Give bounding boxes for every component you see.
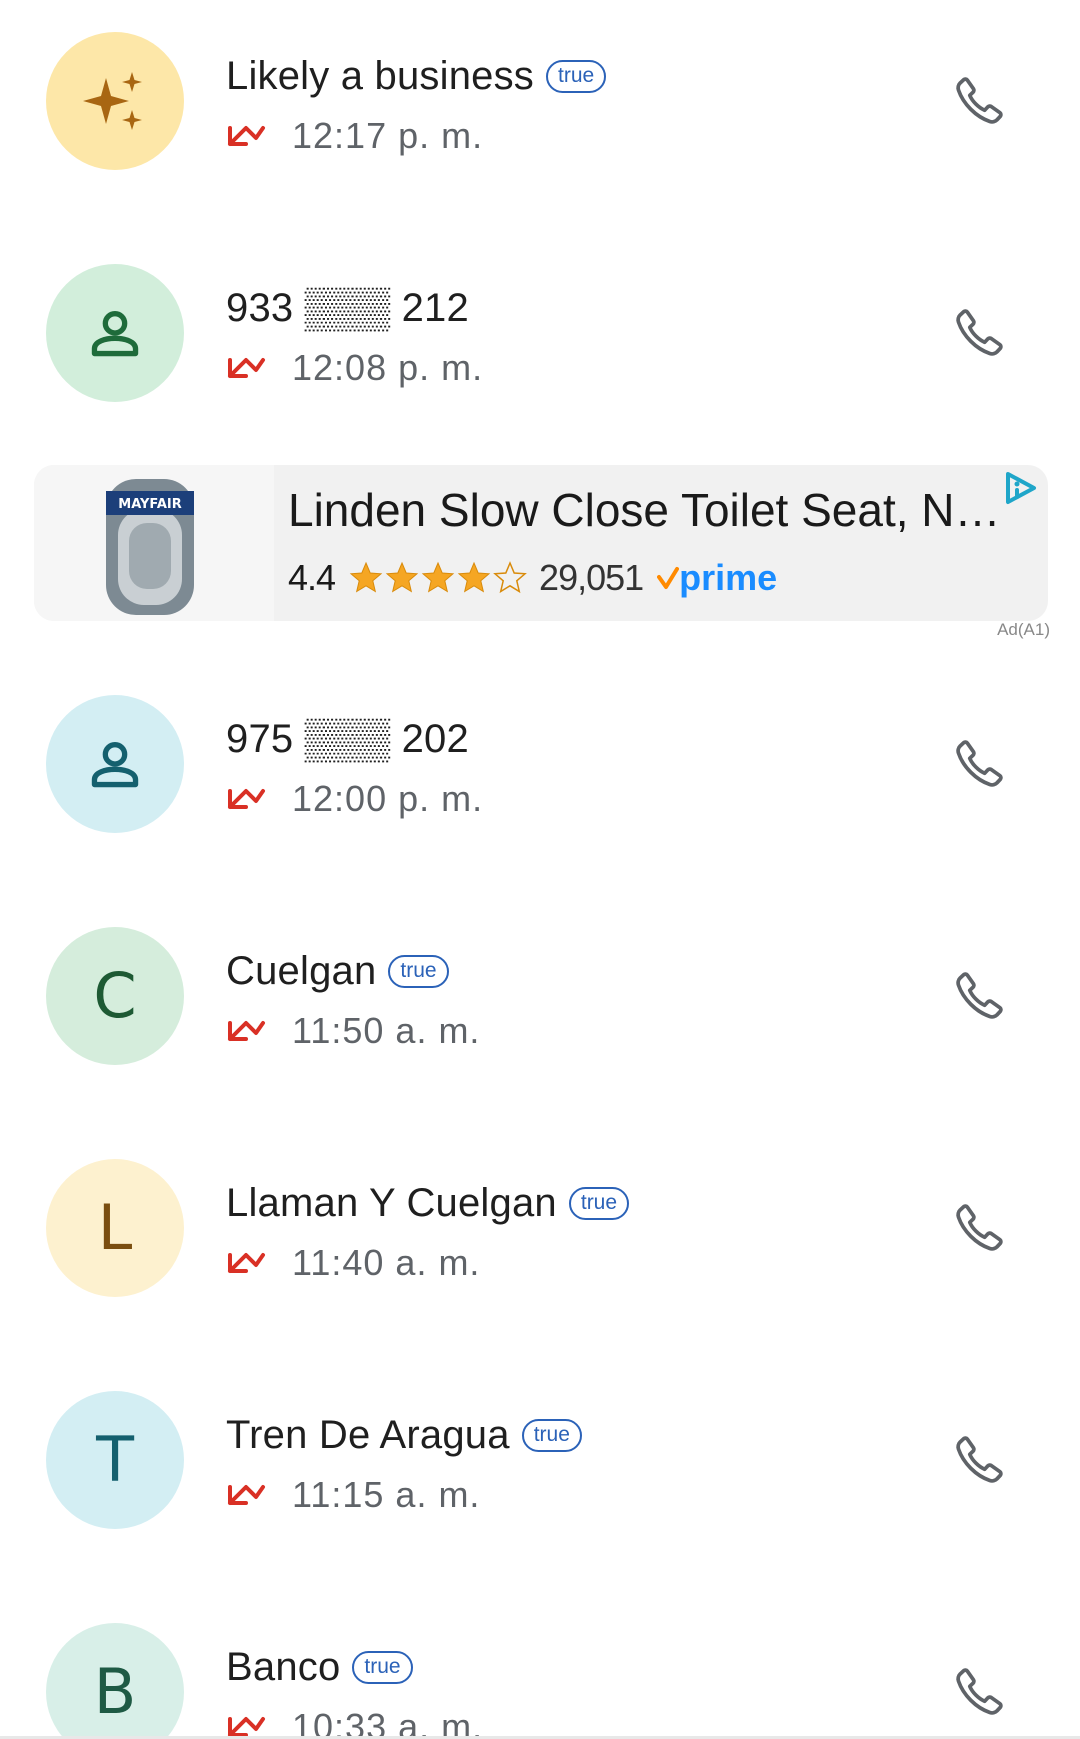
- call-log-row[interactable]: B Banco true 10:33 a. m.: [0, 1591, 1080, 1736]
- status-badge: true: [546, 59, 607, 93]
- avatar: [46, 695, 184, 833]
- call-button[interactable]: [940, 1187, 1020, 1267]
- missed-call-icon: [228, 126, 265, 146]
- person-icon: [91, 311, 139, 357]
- ad-title: Linden Slow Close Toilet Seat, N…: [288, 484, 1001, 536]
- phone-icon: [956, 1668, 1003, 1715]
- call-time: 12:08 p. m.: [292, 347, 484, 388]
- phone-icon: [956, 1204, 1003, 1251]
- phone-icon: [956, 972, 1003, 1019]
- status-badge: true: [388, 954, 449, 988]
- avatar-letter: L: [97, 1191, 133, 1264]
- call-log-row[interactable]: 975 ▒▒▒ 202 12:00 p. m.: [0, 663, 1080, 863]
- call-time: 12:17 p. m.: [292, 115, 484, 156]
- call-log-row[interactable]: C Cuelgan true 11:50 a. m.: [0, 895, 1080, 1095]
- call-button[interactable]: [940, 955, 1020, 1035]
- call-button[interactable]: [940, 292, 1020, 372]
- call-time: 11:15 a. m.: [292, 1474, 481, 1515]
- star-rating-icon: [350, 562, 526, 593]
- status-badge: true: [521, 1418, 582, 1452]
- avatar: B: [46, 1623, 184, 1736]
- missed-call-icon: [228, 1021, 265, 1041]
- contact-name: Llaman Y Cuelgan: [226, 1180, 557, 1225]
- phone-number: 975 ▒▒▒ 202: [226, 716, 469, 761]
- ad-brand-label: MAYFAIR: [118, 497, 181, 512]
- phone-number: 933 ▒▒▒ 212: [226, 285, 469, 330]
- call-log-row[interactable]: 933 ▒▒▒ 212 12:08 p. m.: [0, 232, 1080, 432]
- call-time: 12:00 p. m.: [292, 778, 484, 819]
- avatar: [46, 264, 184, 402]
- call-button[interactable]: [940, 1419, 1020, 1499]
- call-button[interactable]: [940, 60, 1020, 140]
- adchoices-icon[interactable]: [1000, 470, 1040, 506]
- missed-call-icon: [228, 358, 265, 378]
- call-time: 10:33 a. m.: [292, 1706, 484, 1736]
- person-icon: [91, 742, 139, 788]
- missed-call-icon: [228, 1485, 265, 1505]
- status-badge: true: [352, 1650, 413, 1684]
- missed-call-icon: [228, 1717, 265, 1736]
- avatar-letter: C: [93, 959, 137, 1032]
- missed-call-icon: [228, 789, 265, 809]
- phone-icon: [956, 740, 1003, 787]
- avatar: C: [46, 927, 184, 1065]
- status-badge: true: [568, 1186, 630, 1220]
- call-time: 11:40 a. m.: [292, 1242, 481, 1283]
- avatar-letter: B: [93, 1655, 137, 1728]
- sponsored-ad[interactable]: MAYFAIR Linden Slow Close Toilet Seat, N…: [34, 465, 1048, 621]
- prime-label: prime: [679, 557, 778, 598]
- ad-product-image: MAYFAIR: [34, 465, 274, 621]
- avatar-letter: T: [96, 1423, 134, 1496]
- call-button[interactable]: [940, 723, 1020, 803]
- avatar: [46, 32, 184, 170]
- contact-name: Cuelgan: [226, 948, 377, 993]
- checkmark-icon: [657, 567, 680, 589]
- call-log-row[interactable]: T Tren De Aragua true 11:15 a. m.: [0, 1359, 1080, 1559]
- call-log-row[interactable]: L Llaman Y Cuelgan true 11:40 a. m.: [0, 1127, 1080, 1327]
- ad-rating: 4.4: [288, 557, 336, 598]
- sparkle-icon: [83, 72, 142, 130]
- call-log-row[interactable]: Likely a business true 12:17 p. m.: [0, 0, 1080, 200]
- avatar: T: [46, 1391, 184, 1529]
- call-time: 11:50 a. m.: [292, 1010, 481, 1051]
- contact-name: Likely a business: [226, 53, 535, 98]
- phone-icon: [956, 309, 1003, 356]
- missed-call-icon: [228, 1253, 265, 1273]
- call-button[interactable]: [940, 1651, 1020, 1731]
- avatar: L: [46, 1159, 184, 1297]
- phone-icon: [956, 1436, 1003, 1483]
- phone-icon: [956, 77, 1003, 124]
- ad-label: Ad(A1): [997, 620, 1050, 639]
- contact-name: Banco: [226, 1644, 341, 1689]
- contact-name: Tren De Aragua: [226, 1412, 510, 1457]
- prime-badge: prime: [657, 557, 777, 599]
- ad-review-count: 29,051: [539, 557, 644, 598]
